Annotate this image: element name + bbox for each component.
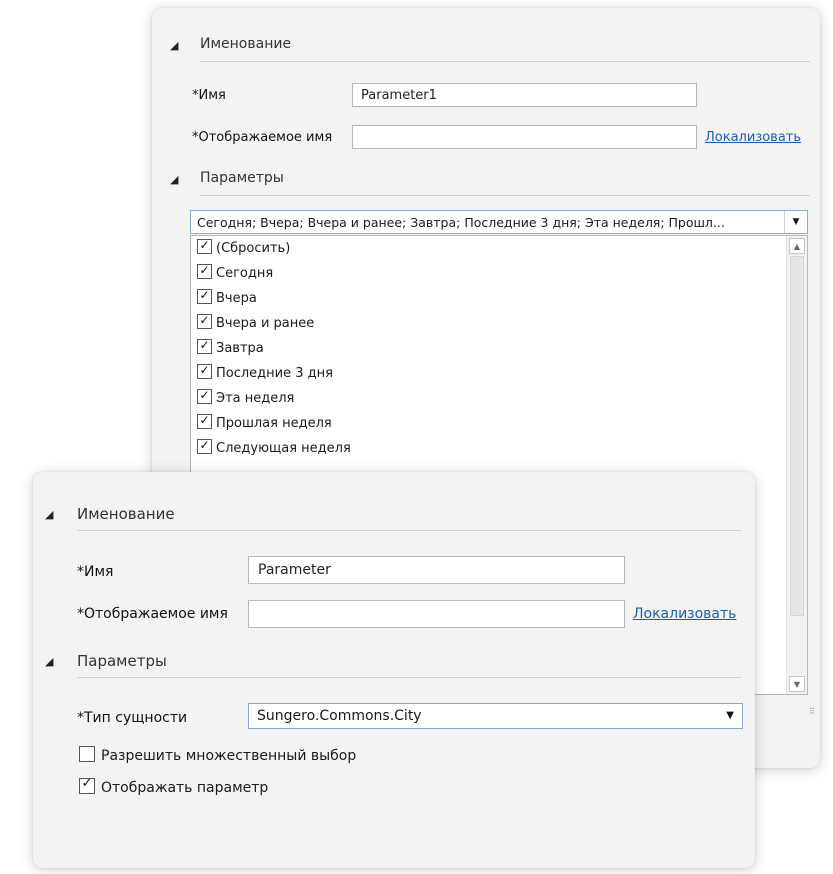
collapse-triangle-icon[interactable]: ◢: [45, 655, 53, 668]
entity-type-select[interactable]: Sungero.Commons.City ▼: [248, 703, 743, 729]
checkbox[interactable]: [197, 439, 212, 454]
localize-link[interactable]: Локализовать: [633, 606, 736, 622]
show-param-option[interactable]: Отображать параметр: [79, 778, 268, 796]
entity-type-value: Sungero.Commons.City: [257, 708, 422, 724]
params-section-header[interactable]: ◢ Параметры: [45, 652, 741, 678]
list-item[interactable]: Сегодня: [197, 263, 273, 285]
checkbox[interactable]: [197, 264, 212, 279]
checkbox[interactable]: [197, 289, 212, 304]
checkbox[interactable]: [197, 389, 212, 404]
front-parameter-panel: ◢ Именование *Имя Parameter *Отображаемо…: [33, 472, 755, 868]
checkbox[interactable]: [197, 414, 212, 429]
entity-type-label: *Тип сущности: [77, 710, 188, 726]
list-item[interactable]: (Сбросить): [197, 238, 290, 260]
section-divider: [77, 677, 741, 678]
list-item[interactable]: Следующая неделя: [197, 438, 351, 460]
multi-select-option[interactable]: Разрешить множественный выбор: [79, 746, 356, 764]
checkbox[interactable]: [197, 339, 212, 354]
params-section-header[interactable]: ◢ Параметры: [170, 170, 810, 196]
localize-link[interactable]: Локализовать: [705, 130, 801, 145]
list-item[interactable]: Прошлая неделя: [197, 413, 332, 435]
checkbox[interactable]: [197, 239, 212, 254]
scroll-down-icon[interactable]: ▼: [789, 676, 805, 692]
checkbox[interactable]: [197, 364, 212, 379]
name-input[interactable]: Parameter1: [352, 83, 697, 107]
chevron-down-icon[interactable]: ▼: [784, 211, 807, 233]
list-item[interactable]: Вчера: [197, 288, 257, 310]
naming-section-header[interactable]: ◢ Именование: [170, 36, 810, 62]
section-divider: [77, 530, 741, 531]
section-title: Именование: [77, 505, 175, 523]
display-name-input[interactable]: [248, 600, 625, 628]
display-name-input[interactable]: [352, 125, 697, 149]
list-item[interactable]: Завтра: [197, 338, 264, 360]
name-label: *Имя: [192, 88, 226, 103]
list-item[interactable]: Последние 3 дня: [197, 363, 333, 385]
list-scrollbar[interactable]: ▲ ▼: [786, 236, 807, 694]
combo-value: Сегодня; Вчера; Вчера и ранее; Завтра; П…: [197, 215, 725, 230]
scroll-up-icon[interactable]: ▲: [789, 238, 805, 254]
multi-select-checkbox[interactable]: [79, 746, 95, 762]
section-title: Параметры: [200, 170, 284, 186]
section-divider: [200, 61, 810, 62]
resize-grip-icon[interactable]: ⠿: [809, 707, 815, 716]
chevron-down-icon[interactable]: ▼: [726, 710, 734, 721]
naming-section-header[interactable]: ◢ Именование: [45, 505, 741, 531]
name-label: *Имя: [77, 564, 114, 580]
section-divider: [200, 195, 810, 196]
collapse-triangle-icon[interactable]: ◢: [45, 508, 53, 521]
name-input[interactable]: Parameter: [248, 556, 625, 584]
checkbox[interactable]: [197, 314, 212, 329]
section-title: Именование: [200, 36, 292, 52]
display-name-label: *Отображаемое имя: [192, 130, 333, 145]
list-item[interactable]: Вчера и ранее: [197, 313, 314, 335]
scroll-thumb[interactable]: [790, 256, 804, 616]
section-title: Параметры: [77, 652, 167, 670]
collapse-triangle-icon[interactable]: ◢: [170, 173, 178, 186]
collapse-triangle-icon[interactable]: ◢: [170, 39, 178, 52]
period-multiselect-combo[interactable]: Сегодня; Вчера; Вчера и ранее; Завтра; П…: [190, 210, 808, 234]
list-item[interactable]: Эта неделя: [197, 388, 294, 410]
display-name-label: *Отображаемое имя: [77, 606, 228, 622]
show-param-checkbox[interactable]: [79, 778, 95, 794]
